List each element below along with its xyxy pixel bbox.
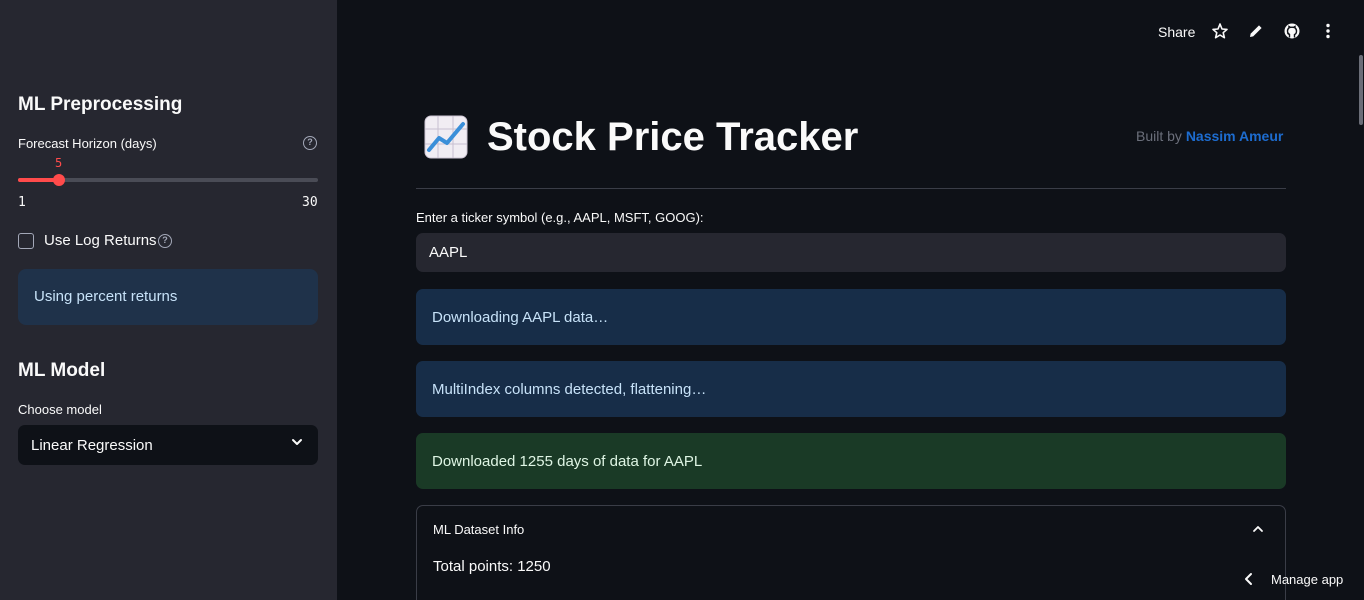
forecast-horizon-slider[interactable] bbox=[18, 174, 318, 186]
preprocessing-heading: ML Preprocessing bbox=[18, 94, 183, 115]
alert-text: Downloading AAPL data… bbox=[432, 309, 609, 326]
success-alert: Downloaded 1255 days of data for AAPL bbox=[416, 433, 1286, 489]
chevron-down-icon bbox=[292, 439, 302, 445]
total-points-text: Total points: 1250 bbox=[433, 558, 551, 575]
page-title: Stock Price Tracker bbox=[487, 115, 859, 159]
returns-info-box: Using percent returns bbox=[18, 269, 318, 325]
model-select[interactable]: Linear Regression bbox=[18, 425, 318, 465]
author-link[interactable]: Nassim Ameur bbox=[1186, 128, 1284, 144]
slider-thumb[interactable] bbox=[53, 174, 66, 186]
dataset-info-expander[interactable]: ML Dataset Info Total points: 1250 bbox=[416, 505, 1286, 600]
edit-icon[interactable] bbox=[1247, 22, 1265, 40]
help-icon[interactable]: ? bbox=[303, 136, 317, 150]
log-returns-label[interactable]: Use Log Returns bbox=[44, 232, 157, 249]
ticker-label: Enter a ticker symbol (e.g., AAPL, MSFT,… bbox=[416, 210, 704, 225]
alert-text: MultiIndex columns detected, flattening… bbox=[432, 381, 707, 398]
manage-app-button[interactable]: Manage app bbox=[1271, 572, 1343, 587]
log-returns-checkbox[interactable] bbox=[18, 233, 34, 249]
slider-max-label: 30 bbox=[302, 195, 318, 210]
chevron-up-icon[interactable] bbox=[1251, 522, 1265, 536]
slider-min-label: 1 bbox=[18, 195, 26, 210]
returns-info-text: Using percent returns bbox=[34, 288, 178, 305]
ticker-input[interactable] bbox=[416, 233, 1286, 272]
built-by-prefix: Built by bbox=[1136, 128, 1182, 144]
help-icon[interactable]: ? bbox=[158, 234, 172, 248]
star-icon[interactable] bbox=[1211, 22, 1229, 40]
choose-model-label: Choose model bbox=[18, 402, 102, 417]
model-heading: ML Model bbox=[18, 360, 106, 381]
share-button[interactable]: Share bbox=[1158, 24, 1195, 40]
expander-title[interactable]: ML Dataset Info bbox=[433, 522, 524, 537]
info-alert: Downloading AAPL data… bbox=[416, 289, 1286, 345]
model-select-value: Linear Regression bbox=[31, 437, 153, 454]
more-vertical-icon[interactable] bbox=[1319, 22, 1337, 40]
forecast-horizon-label: Forecast Horizon (days) bbox=[18, 136, 157, 151]
chart-increasing-icon bbox=[424, 115, 468, 159]
chevron-left-icon[interactable] bbox=[1243, 572, 1255, 586]
scrollbar[interactable] bbox=[1359, 55, 1363, 125]
built-by: Built by Nassim Ameur bbox=[1136, 128, 1283, 144]
alert-text: Downloaded 1255 days of data for AAPL bbox=[432, 453, 703, 470]
info-alert: MultiIndex columns detected, flattening… bbox=[416, 361, 1286, 417]
sidebar: ML Preprocessing Forecast Horizon (days)… bbox=[0, 0, 337, 600]
divider bbox=[416, 188, 1286, 189]
github-icon[interactable] bbox=[1283, 22, 1301, 40]
app: ML Preprocessing Forecast Horizon (days)… bbox=[0, 0, 1364, 600]
slider-value: 5 bbox=[55, 156, 63, 170]
